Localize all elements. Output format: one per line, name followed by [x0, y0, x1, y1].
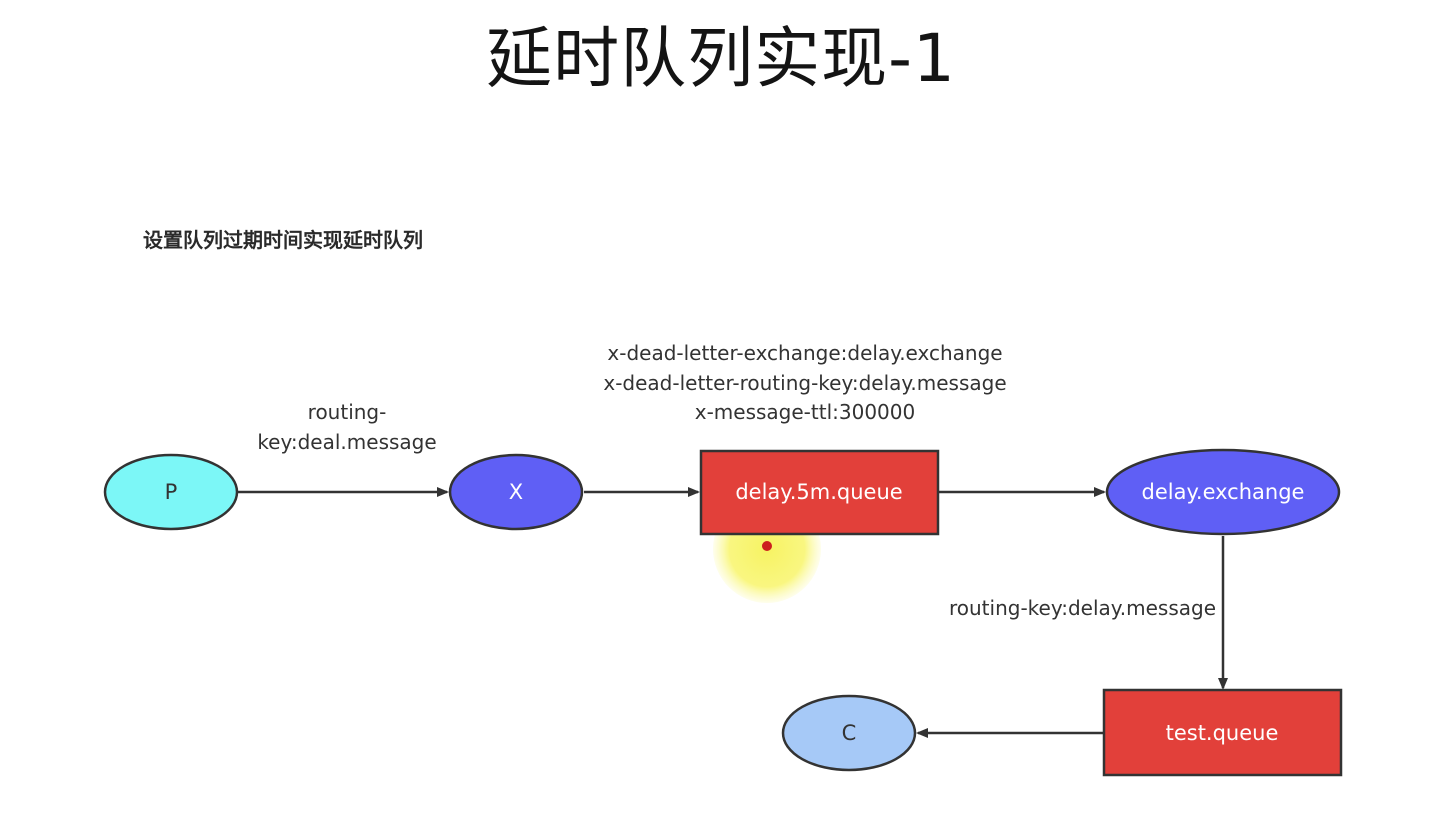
test-queue-node-label: test.queue: [1166, 721, 1279, 745]
queue-arg-dead-letter-exchange: x-dead-letter-exchange:delay.exchange: [607, 341, 1002, 365]
delay-queue-node-label: delay.5m.queue: [735, 480, 902, 504]
edge-label-routing-key-line2: key:deal.message: [257, 430, 436, 454]
delay-queue-diagram: routing- key:deal.message x-dead-letter-…: [103, 341, 1343, 777]
queue-arg-dead-letter-routing-key: x-dead-letter-routing-key:delay.message: [603, 371, 1006, 395]
exchange-x-node-label: X: [509, 480, 523, 504]
edge-label-delay-routing-key: routing-key:delay.message: [949, 596, 1216, 620]
consumer-node-label: C: [842, 721, 857, 745]
edge-label-routing-key-line1: routing-: [308, 400, 387, 424]
producer-node-label: P: [165, 480, 178, 504]
queue-arg-message-ttl: x-message-ttl:300000: [695, 400, 915, 424]
cursor-dot: [762, 541, 772, 551]
delay-exchange-node-label: delay.exchange: [1142, 480, 1305, 504]
